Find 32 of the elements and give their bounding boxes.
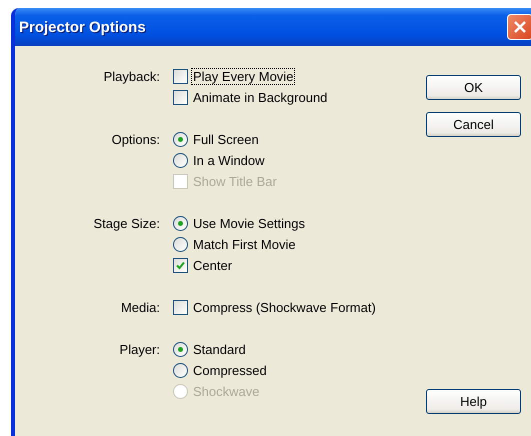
checkbox[interactable] (173, 300, 188, 315)
radio-button[interactable] (173, 363, 188, 378)
dialog-button[interactable]: Cancel (426, 112, 521, 137)
checkbox[interactable] (173, 258, 188, 273)
checkbox[interactable] (173, 69, 188, 84)
checkbox[interactable] (173, 90, 188, 105)
radio-button[interactable] (173, 153, 188, 168)
help-button[interactable]: Help (426, 389, 521, 414)
window-title: Projector Options (19, 18, 146, 36)
checkbox-label[interactable]: Center (192, 258, 234, 273)
dialog-button[interactable]: OK (426, 75, 521, 100)
radio-label[interactable]: Match First Movie (192, 237, 297, 252)
radio-label[interactable]: In a Window (192, 153, 266, 168)
checkbox-label[interactable]: Animate in Background (192, 90, 328, 105)
radio-label[interactable]: Standard (192, 342, 247, 357)
radio-label[interactable]: Use Movie Settings (192, 216, 306, 231)
radio-button[interactable] (173, 342, 188, 357)
check-icon (176, 261, 185, 270)
radio-button[interactable] (173, 132, 188, 147)
section-label: Options: (110, 131, 160, 149)
checkbox-label[interactable]: Compress (Shockwave Format) (192, 300, 377, 315)
radio-button[interactable] (173, 216, 188, 231)
section-label: Media: (120, 299, 160, 317)
close-button[interactable] (507, 14, 531, 40)
section-label: Playback: (102, 68, 160, 86)
radio-label[interactable]: Compressed (192, 363, 268, 378)
section-label: Player: (118, 341, 160, 359)
radio-label[interactable]: Full Screen (192, 132, 260, 147)
radio-button[interactable] (173, 237, 188, 252)
section-label: Stage Size: (92, 215, 160, 233)
close-icon (513, 20, 527, 34)
checkbox-label[interactable]: Play Every Movie (192, 69, 294, 84)
